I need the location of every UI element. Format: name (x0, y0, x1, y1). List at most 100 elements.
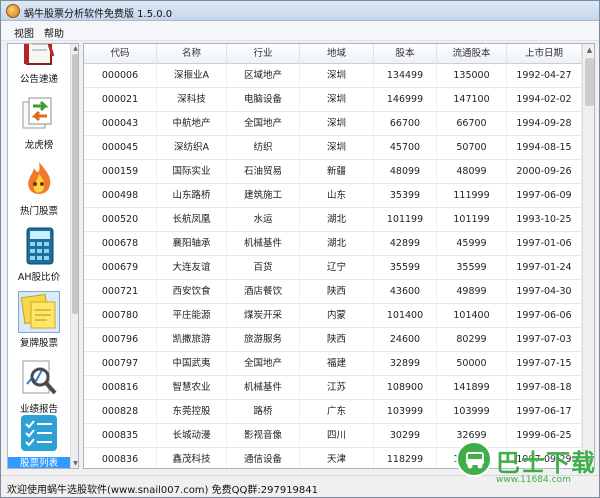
cell-region: 广东 (300, 400, 374, 423)
cell-industry: 机械基件 (227, 376, 300, 399)
cell-shares: 66700 (374, 112, 437, 135)
title-bar[interactable]: 蜗牛股票分析软件免费版 1.5.0.0 (1, 1, 599, 21)
cell-shares: 32899 (374, 352, 437, 375)
cell-name: 长航凤凰 (157, 208, 227, 231)
cell-industry: 酒店餐饮 (227, 280, 300, 303)
table-row[interactable]: 000780 平庄能源 煤炭开采 内蒙 101400 101400 1997-06-06 (84, 304, 582, 328)
fire-icon (28, 162, 51, 194)
exchange-arrows-icon (22, 97, 52, 129)
cell-industry: 全国地产 (227, 112, 300, 135)
cell-region: 天津 (300, 448, 374, 468)
cell-shares: 45700 (374, 136, 437, 159)
cell-shares: 30299 (374, 424, 437, 447)
table-row[interactable]: 000828 东莞控股 路桥 广东 103999 103999 1997-06-17 (84, 400, 582, 424)
sidebar-item-resumed-stocks[interactable]: 复牌股票 (8, 290, 70, 356)
cell-region: 辽宁 (300, 256, 374, 279)
cell-region: 福建 (300, 352, 374, 375)
cell-industry: 全国地产 (227, 352, 300, 375)
table-row[interactable]: 000043 中航地产 全国地产 深圳 66700 66700 1994-09-28 (84, 112, 582, 136)
sidebar-item-ah-compare[interactable]: AH股比价 (8, 224, 70, 290)
sidebar-item-dragon-tiger[interactable]: 龙虎榜 (8, 92, 70, 158)
menu-help[interactable]: 帮助 (44, 25, 64, 40)
scroll-down-arrow-icon[interactable]: ▼ (71, 459, 78, 468)
cell-industry: 水运 (227, 208, 300, 231)
cell-name: 中国武夷 (157, 352, 227, 375)
table-row[interactable]: 000816 智慧农业 机械基件 江苏 108900 141899 1997-08-18 (84, 376, 582, 400)
cell-shares: 35399 (374, 184, 437, 207)
sidebar-item-stock-list[interactable]: 股票列表 (8, 411, 70, 468)
table-row[interactable]: 000006 深振业A 区域地产 深圳 134499 135000 1992-04-27 (84, 64, 582, 88)
sidebar-item-label: 股票列表 (8, 457, 70, 468)
table-row[interactable]: 000045 深纺织A 纺织 深圳 45700 50700 1994-08-15 (84, 136, 582, 160)
cell-float-shares: 45999 (437, 232, 507, 255)
cell-code: 000159 (84, 160, 157, 183)
cell-float-shares: 66700 (437, 112, 507, 135)
table-row[interactable]: 000678 襄阳轴承 机械基件 湖北 42899 45999 1997-01-06 (84, 232, 582, 256)
column-header-code[interactable]: 代码 (84, 44, 157, 64)
cell-industry: 煤炭开采 (227, 304, 300, 327)
cell-industry: 机械基件 (227, 232, 300, 255)
scroll-up-arrow-icon[interactable]: ▲ (583, 44, 594, 57)
cell-code: 000021 (84, 88, 157, 111)
table-row[interactable]: 000021 深科技 电脑设备 深圳 146999 147100 1994-02-02 (84, 88, 582, 112)
cell-name: 东莞控股 (157, 400, 227, 423)
column-header-industry[interactable]: 行业 (227, 44, 300, 64)
table-row[interactable]: 000721 西安饮食 酒店餐饮 陕西 43600 49899 1997-04-30 (84, 280, 582, 304)
cell-name: 智慧农业 (157, 376, 227, 399)
cell-shares: 146999 (374, 88, 437, 111)
column-header-listing-date[interactable]: 上市日期 (507, 44, 582, 64)
cell-listing-date: 1997-07-03 (507, 328, 582, 351)
cell-float-shares: 141899 (437, 376, 507, 399)
cell-code: 000498 (84, 184, 157, 207)
cell-listing-date: 1992-04-27 (507, 64, 582, 87)
table-row[interactable]: 000796 凯撒旅游 旅游服务 陕西 24600 80299 1997-07-03 (84, 328, 582, 352)
cell-industry: 石油贸易 (227, 160, 300, 183)
cell-industry: 路桥 (227, 400, 300, 423)
sidebar-item-hot-stocks[interactable]: 热门股票 (8, 158, 70, 224)
app-window: 蜗牛股票分析软件免费版 1.5.0.0 视图 帮助 公告速递 龙虎榜 热门股票 … (0, 0, 600, 498)
cell-float-shares: 50000 (437, 352, 507, 375)
cell-float-shares: 101199 (437, 208, 507, 231)
cell-code: 000828 (84, 400, 157, 423)
cell-shares: 108900 (374, 376, 437, 399)
cell-listing-date: 1994-09-28 (507, 112, 582, 135)
sidebar-item-announcements[interactable]: 公告速递 (8, 44, 70, 92)
cell-name: 国际实业 (157, 160, 227, 183)
table-header: 代码 名称 行业 地域 股本 流通股本 上市日期 (84, 44, 582, 64)
cell-listing-date: 2000-09-26 (507, 160, 582, 183)
column-header-shares[interactable]: 股本 (374, 44, 437, 64)
cell-name: 中航地产 (157, 112, 227, 135)
cell-float-shares: 48099 (437, 160, 507, 183)
cell-code: 000835 (84, 424, 157, 447)
column-header-float-shares[interactable]: 流通股本 (437, 44, 507, 64)
scroll-up-arrow-icon[interactable]: ▲ (71, 44, 78, 53)
cell-name: 凯撒旅游 (157, 328, 227, 351)
cell-region: 新疆 (300, 160, 374, 183)
cell-float-shares: 103999 (437, 400, 507, 423)
table-row[interactable]: 000520 长航凤凰 水运 湖北 101199 101199 1993-10-25 (84, 208, 582, 232)
menu-bar: 视图 帮助 (1, 21, 599, 41)
table-row[interactable]: 000498 山东路桥 建筑施工 山东 35399 111999 1997-06-09 (84, 184, 582, 208)
column-header-region[interactable]: 地域 (300, 44, 374, 64)
cell-listing-date: 1997-07-15 (507, 352, 582, 375)
table-row[interactable]: 000797 中国武夷 全国地产 福建 32899 50000 1997-07-15 (84, 352, 582, 376)
table-row[interactable]: 000159 国际实业 石油贸易 新疆 48099 48099 2000-09-26 (84, 160, 582, 184)
sidebar-item-label: 热门股票 (19, 206, 58, 217)
cell-shares: 35599 (374, 256, 437, 279)
table-scrollbar[interactable]: ▲ ▼ (582, 44, 594, 468)
cell-name: 平庄能源 (157, 304, 227, 327)
table-scroll-thumb[interactable] (585, 58, 594, 106)
cell-shares: 134499 (374, 64, 437, 87)
cell-industry: 纺织 (227, 136, 300, 159)
menu-view[interactable]: 视图 (14, 25, 34, 40)
cell-listing-date: 1997-01-24 (507, 256, 582, 279)
column-header-name[interactable]: 名称 (157, 44, 227, 64)
sidebar-scrollbar[interactable]: ▲ ▼ (70, 44, 78, 468)
cell-float-shares: 101400 (437, 304, 507, 327)
sidebar-scroll-thumb[interactable] (72, 54, 78, 314)
cell-region: 陕西 (300, 280, 374, 303)
cell-listing-date: 1997-06-17 (507, 400, 582, 423)
cell-name: 深科技 (157, 88, 227, 111)
bus-logo-icon (456, 441, 492, 477)
table-row[interactable]: 000679 大连友谊 百货 辽宁 35599 35599 1997-01-24 (84, 256, 582, 280)
